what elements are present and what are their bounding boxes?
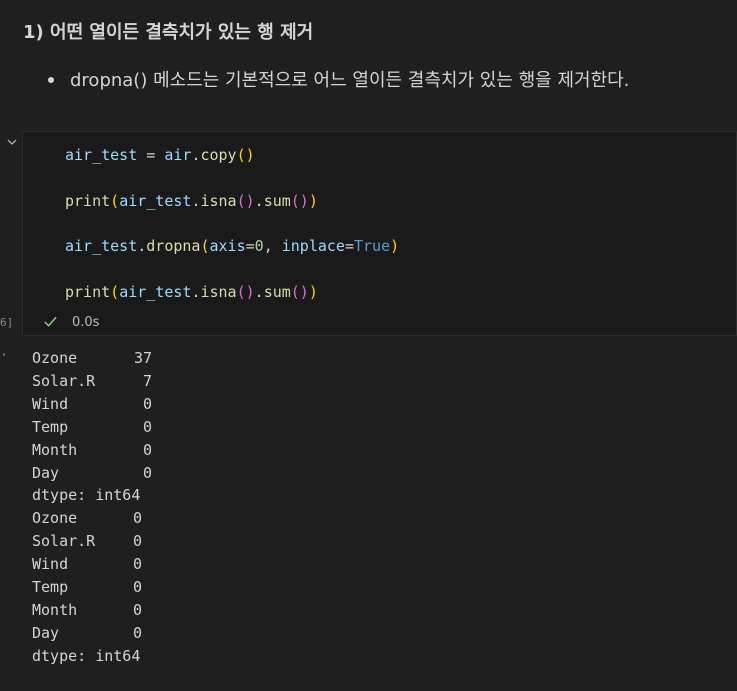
output-row-value: 7 xyxy=(142,371,152,390)
output-row: Month 0 xyxy=(32,439,152,462)
output-row-name: Temp xyxy=(32,578,69,597)
code-cell-editor[interactable]: air_test = air.copy() print(air_test.isn… xyxy=(22,131,737,336)
execution-count: 6] xyxy=(0,316,14,329)
output-row-value: 0 xyxy=(132,509,142,528)
output-row: Month 0 xyxy=(32,599,152,622)
check-icon xyxy=(44,316,57,327)
output-row-value: 0 xyxy=(132,578,142,597)
output-marker[interactable]: · xyxy=(0,348,8,363)
output-row-name: Ozone xyxy=(32,509,78,528)
output-row-value: 0 xyxy=(142,417,152,436)
output-row-name: Day xyxy=(32,623,60,642)
bullet-dot-icon xyxy=(48,77,54,83)
output-row-value: 0 xyxy=(142,463,152,482)
output-row-name: Wind xyxy=(32,555,69,574)
output-row-name: Month xyxy=(32,440,78,459)
output-row: Solar.R 7 xyxy=(32,370,152,393)
output-row: Day 0 xyxy=(32,462,152,485)
output-row-name: Ozone xyxy=(32,349,78,367)
output-row-value: 0 xyxy=(142,394,152,413)
chevron-down-icon[interactable] xyxy=(6,136,18,148)
output-row: Temp 0 xyxy=(32,576,152,599)
output-row-name: Solar.R xyxy=(32,371,96,390)
output-row-value: 0 xyxy=(142,440,152,459)
code-line-1[interactable]: air_test = air.copy() xyxy=(65,146,255,164)
output-row-value: 0 xyxy=(132,600,142,619)
markdown-heading: 1) 어떤 열이든 결측치가 있는 행 제거 xyxy=(23,22,314,43)
output-dtype: dtype: int64 xyxy=(32,486,141,505)
output-row-name: Solar.R xyxy=(32,532,96,551)
output-row: Wind 0 xyxy=(32,393,152,416)
code-line-4[interactable]: print(air_test.isna().sum()) xyxy=(65,283,318,301)
output-row-value: 37 xyxy=(133,349,152,367)
output-row-name: Wind xyxy=(32,394,69,413)
output-row: Day 0 xyxy=(32,622,152,645)
output-row-name: Temp xyxy=(32,417,69,436)
output-row-name: Month xyxy=(32,600,78,619)
output-row-name: Day xyxy=(32,463,60,482)
output-row: Temp 0 xyxy=(32,416,152,439)
code-line-2[interactable]: print(air_test.isna().sum()) xyxy=(65,192,318,210)
output-row: Ozone 37 xyxy=(32,347,152,370)
output-dtype: dtype: int64 xyxy=(32,646,141,665)
markdown-bullet-text: dropna() 메소드는 기본적으로 어느 열이든 결측치가 있는 행을 제거… xyxy=(70,70,630,91)
cell-output: Ozone 37 Solar.R 7 Wind 0 Temp 0 Month 0 Day 0 dtype… xyxy=(32,347,152,668)
output-row-value: 0 xyxy=(132,555,142,574)
output-row: Solar.R 0 xyxy=(32,530,152,553)
output-row-value: 0 xyxy=(132,623,142,642)
execution-time: 0.0s xyxy=(72,315,100,330)
output-row: Wind 0 xyxy=(32,553,152,576)
code-line-3[interactable]: air_test.dropna(axis=0, inplace=True) xyxy=(65,237,399,255)
output-row-value: 0 xyxy=(132,532,142,551)
output-row: Ozone 0 xyxy=(32,507,152,530)
markdown-bullet-item: dropna() 메소드는 기본적으로 어느 열이든 결측치가 있는 행을 제거… xyxy=(48,66,629,92)
